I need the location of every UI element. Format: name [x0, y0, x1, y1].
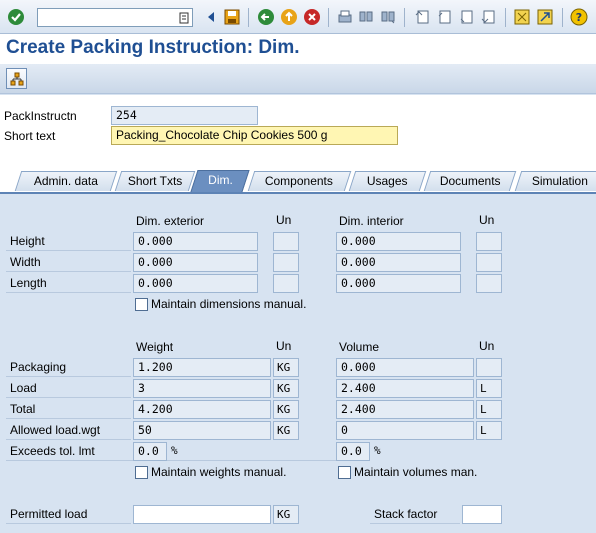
tab-documents[interactable]: Documents	[423, 171, 517, 191]
permitted-load-label: Permitted load	[6, 504, 131, 524]
total-weight-unit[interactable]: KG	[273, 400, 299, 419]
dim-ext-unit-header: Un	[276, 213, 292, 227]
load-volume-unit[interactable]: L	[476, 379, 502, 398]
packaging-volume-field[interactable]: 0.000	[336, 358, 474, 377]
tab-usages[interactable]: Usages	[348, 171, 427, 191]
permitted-load-field[interactable]	[133, 505, 271, 524]
volume-unit-header: Un	[479, 339, 495, 353]
weight-header: Weight	[136, 340, 174, 354]
tab-dim[interactable]: Dim.	[190, 170, 250, 192]
maintain-dimensions-label: Maintain dimensions manual.	[151, 297, 307, 311]
maintain-dimensions-checkbox[interactable]	[135, 298, 148, 311]
system-toolbar: ?	[0, 0, 596, 34]
application-toolbar	[0, 64, 596, 94]
packaging-weight-field[interactable]: 1.200	[133, 358, 271, 377]
volume-header: Volume	[339, 340, 380, 354]
maintain-volumes-checkbox[interactable]	[338, 466, 351, 479]
exceeds-volume-percent: %	[374, 444, 381, 457]
cancel-icon[interactable]	[302, 7, 322, 27]
dropdown-icon[interactable]	[179, 12, 189, 24]
back-arrow-icon[interactable]	[256, 7, 276, 27]
tab-components[interactable]: Components	[247, 171, 352, 191]
height-exterior-unit[interactable]	[273, 232, 299, 251]
prev-page-icon[interactable]	[434, 7, 454, 27]
load-weight-field[interactable]: 3	[133, 379, 271, 398]
total-weight-field[interactable]: 4.200	[133, 400, 271, 419]
allowed-load-volume-unit[interactable]: L	[476, 421, 502, 440]
load-label: Load	[6, 378, 131, 398]
packinstr-label: PackInstructn	[4, 109, 77, 123]
length-interior-field[interactable]: 0.000	[336, 274, 461, 293]
load-weight-unit[interactable]: KG	[273, 379, 299, 398]
title-bar: Create Packing Instruction: Dim.	[0, 34, 596, 64]
stack-factor-label: Stack factor	[370, 504, 460, 524]
back-icon[interactable]	[201, 7, 221, 27]
allowed-load-weight-unit[interactable]: KG	[273, 421, 299, 440]
find-next-icon[interactable]	[378, 7, 398, 27]
height-exterior-field[interactable]: 0.000	[133, 232, 258, 251]
length-interior-unit[interactable]	[476, 274, 502, 293]
total-label: Total	[6, 399, 131, 419]
header-fields: PackInstructn 254 Short text Packing_Cho…	[0, 95, 596, 165]
page-title: Create Packing Instruction: Dim.	[6, 37, 300, 58]
width-interior-field[interactable]: 0.000	[336, 253, 461, 272]
width-exterior-unit[interactable]	[273, 253, 299, 272]
tab-strip: Admin. data Short Txts Dim. Components U…	[0, 165, 596, 192]
dim-exterior-header: Dim. exterior	[136, 214, 205, 228]
exceeds-weight-field[interactable]: 0.0	[133, 442, 167, 461]
total-volume-field[interactable]: 2.400	[336, 400, 474, 419]
svg-text:?: ?	[576, 11, 582, 24]
width-label: Width	[6, 252, 131, 272]
weight-unit-header: Un	[276, 339, 292, 353]
find-icon[interactable]	[356, 7, 376, 27]
tab-admin-data[interactable]: Admin. data	[14, 171, 118, 191]
stack-factor-field[interactable]	[462, 505, 502, 524]
exceeds-weight-percent: %	[171, 444, 178, 457]
packinstr-field[interactable]: 254	[111, 106, 258, 125]
length-exterior-unit[interactable]	[273, 274, 299, 293]
save-icon[interactable]	[222, 7, 242, 27]
load-volume-field[interactable]: 2.400	[336, 379, 474, 398]
new-session-icon[interactable]	[512, 7, 532, 27]
tab-simulation[interactable]: Simulation	[514, 171, 596, 191]
packaging-label: Packaging	[6, 357, 131, 377]
width-exterior-field[interactable]: 0.000	[133, 253, 258, 272]
next-page-icon[interactable]	[456, 7, 476, 27]
short-text-field[interactable]: Packing_Chocolate Chip Cookies 500 g	[111, 126, 398, 145]
packaging-volume-unit[interactable]	[476, 358, 502, 377]
shortcut-icon[interactable]	[535, 7, 555, 27]
width-interior-unit[interactable]	[476, 253, 502, 272]
packaging-weight-unit[interactable]: KG	[273, 358, 299, 377]
exit-icon[interactable]	[279, 7, 299, 27]
allowed-load-label: Allowed load.wgt	[6, 420, 131, 440]
permitted-load-unit[interactable]: KG	[273, 505, 299, 524]
height-label: Height	[6, 231, 131, 251]
last-page-icon[interactable]	[478, 7, 498, 27]
first-page-icon[interactable]	[412, 7, 432, 27]
maintain-weights-checkbox[interactable]	[135, 466, 148, 479]
total-volume-unit[interactable]: L	[476, 400, 502, 419]
tab-short-txts[interactable]: Short Txts	[114, 171, 196, 191]
hierarchy-icon[interactable]	[6, 68, 27, 89]
length-exterior-field[interactable]: 0.000	[133, 274, 258, 293]
allowed-load-volume-field[interactable]: 0	[336, 421, 474, 440]
height-interior-unit[interactable]	[476, 232, 502, 251]
dim-int-unit-header: Un	[479, 213, 495, 227]
enter-check-icon[interactable]	[6, 7, 26, 27]
allowed-load-weight-field[interactable]: 50	[133, 421, 271, 440]
short-text-label: Short text	[4, 129, 56, 143]
dim-interior-header: Dim. interior	[339, 214, 404, 228]
maintain-weights-label: Maintain weights manual.	[151, 465, 287, 479]
exceeds-volume-field[interactable]: 0.0	[336, 442, 370, 461]
maintain-volumes-label: Maintain volumes man.	[354, 465, 478, 479]
length-label: Length	[6, 273, 131, 293]
command-field[interactable]	[37, 8, 193, 27]
print-icon[interactable]	[335, 7, 355, 27]
help-icon[interactable]: ?	[569, 7, 589, 27]
command-input[interactable]	[38, 9, 176, 26]
height-interior-field[interactable]: 0.000	[336, 232, 461, 251]
